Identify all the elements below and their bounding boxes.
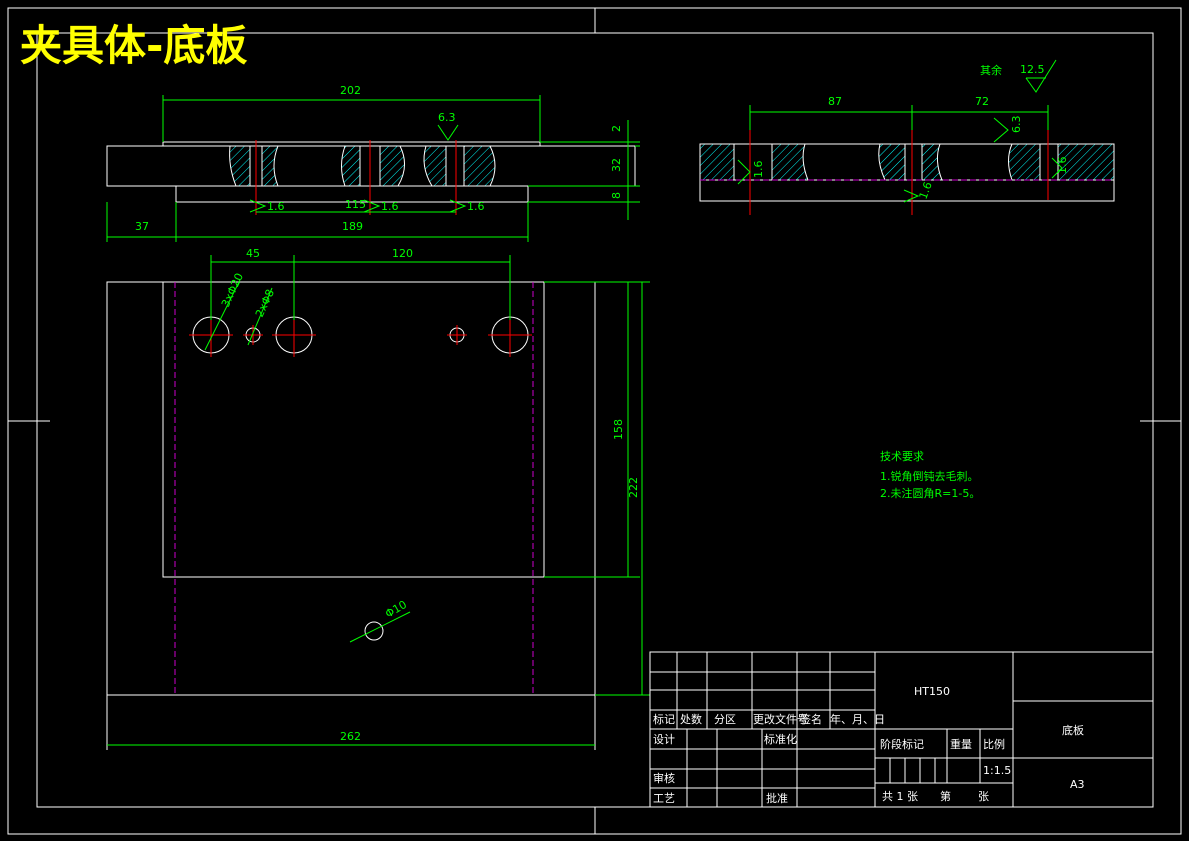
label-standard: 标准化	[764, 732, 797, 746]
roughness-1-6-b: 1.6	[381, 200, 399, 213]
drawing-title: 夹具体-底板	[20, 21, 247, 70]
roughness-rest-label: 其余	[980, 63, 1002, 77]
part-name: 底板	[1062, 723, 1084, 737]
plan-view	[106, 281, 596, 750]
drawing-canvas: 夹具体-底板 202 2 32 8 37 189 115 6.3 1.6 1.6…	[7, 7, 1182, 835]
roughness-1-6-e: 1.6	[917, 180, 935, 201]
sheet-size: A3	[1070, 778, 1085, 791]
note-2: 2.未注圆角R=1-5。	[880, 486, 980, 500]
dim-120: 120	[392, 247, 413, 260]
hole-3x20-label: 3xΦ20	[219, 271, 246, 309]
dim-87: 87	[828, 95, 842, 108]
side-dimensions: 87 72 其余 12.5 6.3 1.6 1.6 1.6	[737, 59, 1069, 203]
front-dimensions: 202 2 32 8 37 189 115 6.3 1.6 1.6 1.6	[106, 84, 640, 242]
note-1: 1.锐角倒钝去毛刺。	[880, 469, 979, 483]
plan-dimensions: 45 120 3xΦ20 2xΦ8 Φ10 158 222 262	[107, 247, 650, 746]
label-check: 审核	[653, 771, 675, 785]
dim-158: 158	[612, 419, 625, 440]
roughness-1-6-d: 1.6	[752, 161, 765, 179]
label-weight: 重量	[950, 737, 972, 751]
hole-10-label: Φ10	[383, 598, 409, 621]
roughness-6-3-b: 6.3	[1010, 116, 1023, 134]
header-count: 处数	[680, 713, 702, 726]
dim-189: 189	[342, 220, 363, 233]
label-design: 设计	[653, 733, 675, 746]
front-section-view	[106, 140, 636, 215]
label-approve: 批准	[766, 791, 788, 805]
material: HT150	[914, 685, 950, 698]
label-sheet-unit: 张	[978, 790, 989, 803]
header-zone: 分区	[714, 713, 736, 726]
technical-notes: 技术要求 1.锐角倒钝去毛刺。 2.未注圆角R=1-5。	[880, 450, 980, 500]
notes-heading: 技术要求	[880, 450, 924, 463]
label-process: 工艺	[653, 792, 675, 805]
label-sheet-no: 第	[940, 789, 951, 803]
title-block: HT150 底板 A3 1:1.5 标记 处数 分区 更改文件号 签名 年、月、…	[649, 651, 1154, 808]
scale-value: 1:1.5	[983, 764, 1011, 777]
header-date: 年、月、日	[830, 712, 885, 726]
dim-2: 2	[610, 125, 623, 132]
dim-115: 115	[345, 198, 366, 211]
dim-262: 262	[340, 730, 361, 743]
roughness-6-3-a: 6.3	[438, 111, 456, 124]
header-sign: 签名	[800, 712, 822, 726]
dim-222: 222	[627, 477, 640, 498]
header-mark: 标记	[653, 712, 675, 726]
label-sheets: 共 1 张	[882, 790, 918, 803]
label-stage: 阶段标记	[880, 737, 924, 751]
roughness-1-6-c: 1.6	[467, 200, 485, 213]
dim-37: 37	[135, 220, 149, 233]
roughness-12-5: 12.5	[1020, 63, 1045, 76]
dim-8: 8	[610, 192, 623, 199]
dim-72: 72	[975, 95, 989, 108]
dim-202: 202	[340, 84, 361, 97]
dim-45: 45	[246, 247, 260, 260]
label-ratio: 比例	[983, 737, 1005, 751]
hole-2x8-label: 2xΦ8	[253, 287, 277, 319]
roughness-1-6-a: 1.6	[267, 200, 285, 213]
roughness-1-6-f: 1.6	[1056, 157, 1069, 175]
dim-32: 32	[610, 158, 623, 172]
